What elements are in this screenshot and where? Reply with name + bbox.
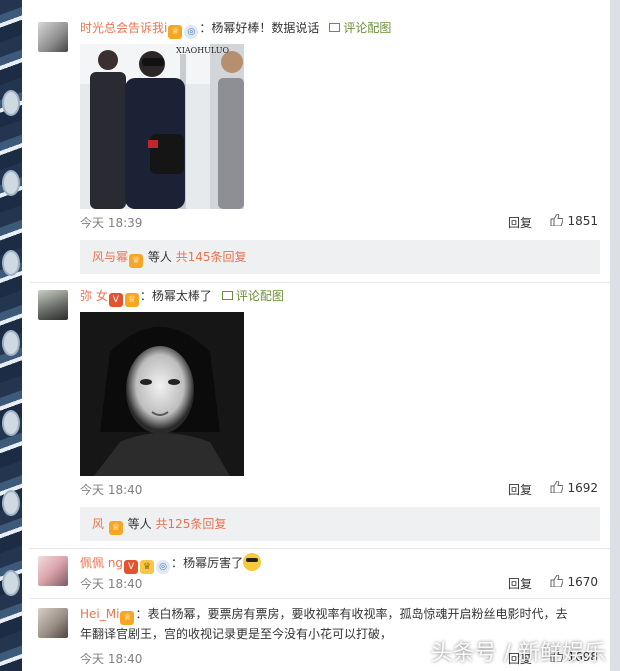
decor-bubble xyxy=(2,90,20,116)
avatar[interactable] xyxy=(38,290,68,320)
vip-badge-icon: ♕ xyxy=(120,611,135,625)
comment-time: 今天 18:40 xyxy=(80,652,143,666)
reply-button[interactable]: 回复 xyxy=(508,481,532,498)
sub-reply-middle: 等人 xyxy=(144,250,176,264)
like-button[interactable]: 1851 xyxy=(550,214,598,228)
sub-reply-middle: 等人 xyxy=(123,517,156,531)
sub-reply-summary[interactable]: 风与幂 ♕ 等人 共145条回复 xyxy=(80,240,600,274)
decor-bubble xyxy=(2,490,20,516)
pic-link-label: 评论配图 xyxy=(235,289,284,303)
decor-bubble xyxy=(2,330,20,356)
separator: ： xyxy=(135,607,148,621)
image-icon xyxy=(329,23,341,32)
photo-bw-portrait xyxy=(80,312,244,476)
comment-meta: 今天 18:40 回复 1692 xyxy=(80,481,598,499)
comment-time: 今天 18:39 xyxy=(80,216,143,230)
reply-button[interactable]: 回复 xyxy=(508,214,532,231)
vip-badge-icon: ♕ xyxy=(168,25,183,39)
sub-reply-name[interactable]: 风与幂 xyxy=(92,250,128,264)
vip-badge-icon: ♕ xyxy=(124,293,139,307)
comment-text-line1: 表白杨幂，要票房有票房，要收视率有收视率，孤岛惊魂开启粉丝电影时代，去 xyxy=(147,607,568,621)
comment-photo[interactable] xyxy=(80,312,244,476)
like-count: 1692 xyxy=(567,481,598,495)
verified-badge-icon: V xyxy=(108,293,123,307)
comment-header: Hei_Mi ♕ ：表白杨幂，要票房有票房，要收视率有收视率，孤岛惊魂开启粉丝电影时… xyxy=(80,605,600,625)
divider xyxy=(30,548,610,549)
decor-bubble xyxy=(2,250,20,276)
username[interactable]: 弥 女 xyxy=(80,289,108,303)
decor-bubble xyxy=(2,170,20,196)
username[interactable]: 时光总会告诉我i xyxy=(80,21,167,35)
like-count: 1851 xyxy=(567,214,598,228)
cool-emoji-icon xyxy=(243,553,262,571)
username[interactable]: Hei_Mi xyxy=(80,607,119,621)
decor-bubble xyxy=(2,410,20,436)
comment-time: 今天 18:40 xyxy=(80,483,143,497)
comment-text: 杨幂厉害了 xyxy=(183,556,244,570)
verified-badge-icon: V xyxy=(124,560,139,574)
reply-button[interactable]: 回复 xyxy=(508,575,532,592)
avatar[interactable] xyxy=(38,22,68,52)
like-count: 1670 xyxy=(567,575,598,589)
vip-badge-icon: ♕ xyxy=(129,254,144,268)
sub-reply-count[interactable]: 共125条回复 xyxy=(155,517,226,531)
comment-time: 今天 18:40 xyxy=(80,577,143,591)
sub-reply-name[interactable]: 风 xyxy=(92,517,108,531)
sub-reply-summary[interactable]: 风 ♕ 等人 共125条回复 xyxy=(80,507,600,541)
ring-badge-icon: ◎ xyxy=(184,25,199,39)
comment-feed: 时光总会告诉我i ♕ ◎ ：杨幂好棒！数据说话 评论配图 XIAOHULUO 今… xyxy=(30,0,610,671)
decor-bubble xyxy=(2,570,20,596)
vip-badge-icon: ♕ xyxy=(108,521,123,535)
comment-meta: 今天 18:39 回复 1851 xyxy=(80,214,598,232)
decorative-right-strip xyxy=(610,0,620,671)
separator: ： xyxy=(199,21,212,35)
thumbs-up-icon xyxy=(550,575,564,587)
source-watermark: 头条号 / 新鲜娱乐 xyxy=(430,641,606,666)
comment-header: 弥 女 V ♕ ：杨幂太棒了 评论配图 xyxy=(80,287,600,307)
separator: ： xyxy=(171,556,184,570)
photo-street-scene xyxy=(80,44,244,209)
ring-badge-icon: ◎ xyxy=(156,560,171,574)
comment-meta: 今天 18:40 回复 1670 xyxy=(80,575,598,593)
like-button[interactable]: 1670 xyxy=(550,575,598,589)
comment-text: 杨幂太棒了 xyxy=(151,289,212,303)
username[interactable]: 佩佩 ng xyxy=(80,556,123,570)
image-icon xyxy=(221,291,233,300)
crown-badge-icon: ♛ xyxy=(140,560,155,574)
comment-header: 时光总会告诉我i ♕ ◎ ：杨幂好棒！数据说话 评论配图 xyxy=(80,19,600,39)
comment-text: 杨幂好棒！数据说话 xyxy=(211,21,320,35)
like-button[interactable]: 1692 xyxy=(550,481,598,495)
photo-watermark: XIAOHULUO xyxy=(176,46,230,55)
divider xyxy=(30,598,610,599)
comment-pic-link[interactable]: 评论配图 xyxy=(221,289,284,303)
avatar[interactable] xyxy=(38,608,68,638)
comment-header: 佩佩 ng V ♛ ◎ ：杨幂厉害了 xyxy=(80,553,600,574)
thumbs-up-icon xyxy=(550,214,564,226)
comment-pic-link[interactable]: 评论配图 xyxy=(329,21,391,35)
decorative-left-strip xyxy=(0,0,22,671)
avatar[interactable] xyxy=(38,556,68,586)
divider xyxy=(30,282,610,283)
pic-link-label: 评论配图 xyxy=(343,21,392,35)
sub-reply-count[interactable]: 共145条回复 xyxy=(176,250,247,264)
thumbs-up-icon xyxy=(550,481,564,493)
comment-photo[interactable]: XIAOHULUO xyxy=(80,44,244,209)
separator: ： xyxy=(139,289,152,303)
